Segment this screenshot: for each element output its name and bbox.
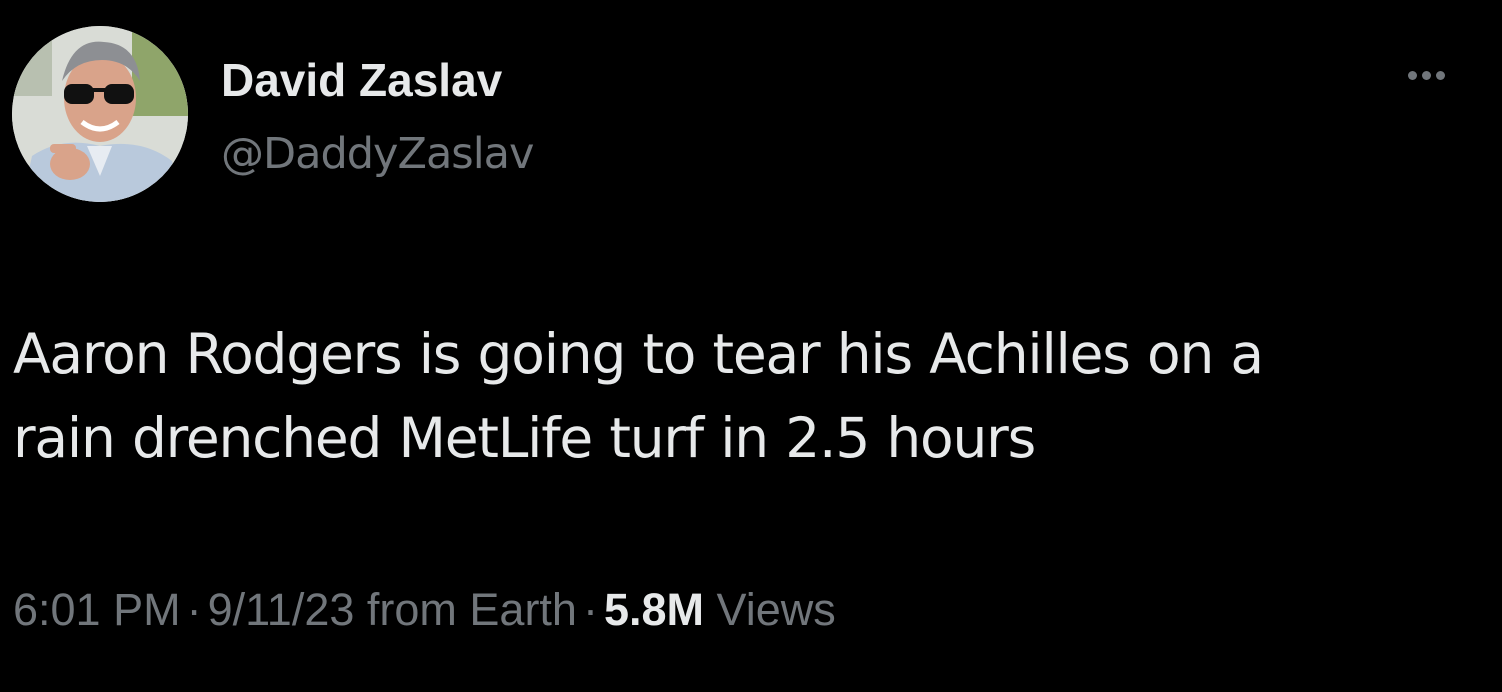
tweet-time[interactable]: 6:01 PM <box>13 584 181 635</box>
more-horizontal-icon-dot <box>1435 70 1445 80</box>
tweet-card: David Zaslav @DaddyZaslav Aaron Rodgers … <box>0 0 1502 692</box>
tweet-text-line: rain drenched MetLife turf in 2.5 hours <box>13 406 1036 470</box>
avatar[interactable] <box>12 26 188 202</box>
views-label: Views <box>716 584 836 635</box>
author-name[interactable]: David Zaslav <box>221 52 502 108</box>
more-options-button[interactable] <box>1396 60 1456 90</box>
more-horizontal-icon <box>1407 70 1417 80</box>
author-handle[interactable]: @DaddyZaslav <box>221 127 534 181</box>
tweet-date-source[interactable]: 9/11/23 from Earth <box>208 584 577 635</box>
meta-separator: · <box>186 584 202 635</box>
tweet-text-line: Aaron Rodgers is going to tear his Achil… <box>13 322 1264 386</box>
more-horizontal-icon-dot <box>1421 70 1431 80</box>
meta-separator: · <box>582 584 598 635</box>
tweet-meta: 6:01 PM · 9/11/23 from Earth · 5.8M Views <box>13 582 836 638</box>
tweet-text: Aaron Rodgers is going to tear his Achil… <box>13 312 1473 480</box>
views-count[interactable]: 5.8M <box>604 584 704 635</box>
avatar-photo <box>12 26 188 202</box>
